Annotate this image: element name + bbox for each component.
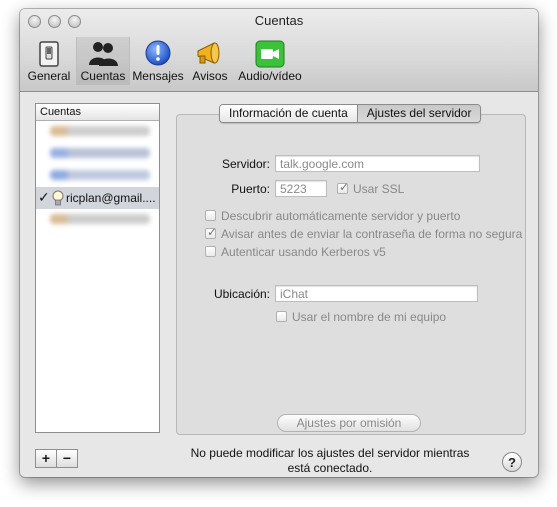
autodiscover-label: Descubrir automáticamente servidor y pue…	[221, 209, 461, 223]
account-row-blurred[interactable]	[36, 165, 159, 187]
accounts-people-icon	[89, 42, 118, 66]
remove-account-button[interactable]: −	[56, 449, 78, 468]
accounts-list-header: Cuentas	[36, 104, 159, 121]
status-message: No puede modificar los ajustes del servi…	[170, 446, 490, 476]
alerts-megaphone-icon	[197, 42, 220, 64]
account-name: ricplan@gmail....	[66, 191, 156, 205]
warn-insecure-label: Avisar antes de enviar la contraseña de …	[221, 227, 523, 241]
video-camera-icon	[255, 40, 285, 68]
accounts-list[interactable]: Cuentas ✓ ricplan@gmail....	[35, 103, 160, 433]
defaults-button[interactable]: Ajustes por omisión	[277, 414, 421, 432]
server-field[interactable]: talk.google.com	[275, 155, 480, 172]
toolbar-general[interactable]: General	[26, 37, 72, 85]
settings-tabs: Información de cuenta Ajustes del servid…	[219, 104, 482, 123]
toolbar-label: Mensajes	[132, 69, 184, 83]
warn-insecure-checkbox[interactable]: ✓	[205, 225, 217, 239]
location-field[interactable]: iChat	[275, 285, 478, 302]
port-field[interactable]: 5223	[275, 180, 327, 197]
ssl-label: Usar SSL	[353, 182, 405, 196]
kerberos-label: Autenticar usando Kerberos v5	[221, 245, 386, 259]
account-row-blurred[interactable]	[36, 121, 159, 143]
blurred-account	[50, 148, 150, 158]
general-switch-icon	[39, 41, 59, 67]
toolbar-messages[interactable]: Mensajes	[131, 37, 185, 85]
account-row-blurred[interactable]	[36, 143, 159, 165]
toolbar-alerts[interactable]: Avisos	[188, 37, 232, 85]
server-label: Servidor:	[221, 157, 270, 171]
status-message-line: No puede modificar los ajustes del servi…	[190, 446, 470, 460]
title-bar: Cuentas General Cuentas Mensajes Avisos …	[20, 9, 538, 92]
location-label: Ubicación:	[213, 287, 270, 301]
preferences-window: Cuentas General Cuentas Mensajes Avisos …	[20, 9, 538, 477]
toolbar-accounts[interactable]: Cuentas	[76, 37, 130, 85]
server-settings-panel: Servidor: talk.google.com Puerto: 5223 ✓…	[176, 114, 526, 435]
toolbar-label: General	[27, 69, 71, 83]
toolbar-label: Cuentas	[80, 69, 126, 83]
tab-account-info[interactable]: Información de cuenta	[220, 105, 357, 122]
account-row-blurred[interactable]	[36, 209, 159, 231]
use-computer-name-label: Usar el nombre de mi equipo	[292, 310, 447, 324]
toolbar-label: Avisos	[192, 69, 228, 83]
account-row-selected[interactable]: ✓ ricplan@gmail....	[36, 187, 159, 209]
checkmark-icon: ✓	[38, 189, 50, 205]
toolbar-label: Audio/vídeo	[238, 69, 302, 83]
window-title: Cuentas	[254, 13, 304, 28]
toolbar-audio-video[interactable]: Audio/vídeo	[235, 37, 305, 85]
add-account-button[interactable]: +	[35, 449, 57, 468]
port-label: Puerto:	[231, 182, 270, 196]
tab-server-settings[interactable]: Ajustes del servidor	[356, 105, 481, 122]
autodiscover-checkbox[interactable]	[205, 210, 216, 221]
ssl-checkbox[interactable]: ✓	[337, 180, 349, 194]
use-computer-name-checkbox[interactable]	[276, 311, 287, 322]
messages-exclamation-icon	[145, 40, 171, 66]
preferences-content: Cuentas ✓ ricplan@gmail.... + − Servidor…	[20, 92, 538, 477]
kerberos-checkbox[interactable]	[205, 246, 216, 257]
blurred-account	[50, 126, 150, 136]
list-buttons: + −	[35, 449, 78, 468]
blurred-account	[50, 170, 150, 180]
blurred-account	[50, 214, 150, 224]
help-button[interactable]: ?	[502, 452, 522, 472]
lightbulb-icon	[52, 190, 64, 206]
status-message-line: está conectado.	[287, 461, 373, 475]
